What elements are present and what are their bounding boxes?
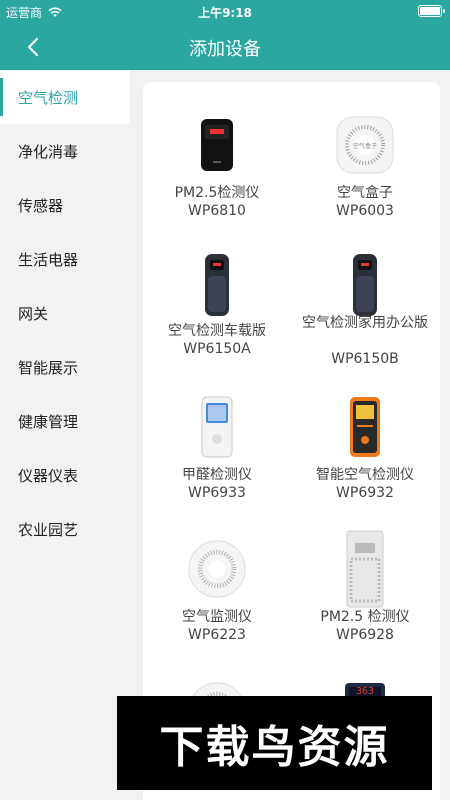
device-image: [187, 102, 247, 188]
product-model: WP6150B: [331, 351, 399, 367]
sidebar-item-label: 健康管理: [18, 412, 79, 431]
sidebar-item-appliances[interactable]: 生活电器: [0, 232, 130, 286]
sidebar-item-purification[interactable]: 净化消毒: [0, 124, 130, 178]
battery-icon: [418, 5, 445, 17]
device-image: [187, 242, 247, 328]
sidebar-item-instruments[interactable]: 仪器仪表: [0, 448, 130, 502]
formaldehyde-meter-icon: [201, 396, 233, 458]
sidebar-item-label: 农业园艺: [18, 520, 79, 539]
product-model: WP6223: [188, 627, 246, 643]
product-model: WP6932: [336, 485, 394, 501]
sidebar-item-air-detection[interactable]: 空气检测: [0, 70, 130, 124]
status-bar: 运营商 上午9:18: [0, 0, 450, 24]
sidebar-item-label: 传感器: [18, 196, 64, 215]
sidebar-item-gateway[interactable]: 网关: [0, 286, 130, 340]
sidebar-item-health[interactable]: 健康管理: [0, 394, 130, 448]
disc-monitor-icon: [188, 540, 246, 598]
sidebar-item-label: 智能展示: [18, 358, 79, 377]
product-card[interactable]: 空气检测家用办公版 WP6150B: [291, 242, 439, 372]
device-image: [187, 526, 247, 612]
product-name: 空气盒子: [337, 185, 393, 201]
product-card[interactable]: PM2.5检测仪 WP6810: [143, 102, 291, 222]
product-card[interactable]: 空气检测车载版 WP6150A: [143, 242, 291, 372]
product-name: 甲醛检测仪: [182, 467, 252, 483]
panel-monitor-icon: [346, 530, 384, 608]
product-name: PM2.5 检测仪: [320, 609, 410, 625]
home-detector-icon: [353, 254, 377, 316]
product-name: 空气检测家用办公版: [302, 315, 428, 331]
device-image: [335, 526, 395, 612]
product-grid: PM2.5检测仪 WP6810 空气盒子 空气盒子 WP6003 空气检测车载版…: [143, 82, 440, 800]
sidebar-item-label: 空气检测: [18, 88, 79, 107]
sidebar-item-label: 生活电器: [18, 250, 79, 269]
status-time: 上午9:18: [198, 6, 252, 20]
device-image: [187, 384, 247, 470]
device-image: 空气盒子: [335, 102, 395, 188]
sidebar-item-label: 网关: [18, 304, 49, 323]
product-name: PM2.5检测仪: [174, 185, 260, 201]
product-model: WP6928: [336, 627, 394, 643]
product-card[interactable]: 空气监测仪 WP6223: [143, 526, 291, 646]
sidebar-item-sensors[interactable]: 传感器: [0, 178, 130, 232]
product-card[interactable]: 空气盒子 空气盒子 WP6003: [291, 102, 439, 222]
product-card[interactable]: 甲醛检测仪 WP6933: [143, 384, 291, 504]
sidebar-item-smart-display[interactable]: 智能展示: [0, 340, 130, 394]
page-title: 添加设备: [189, 39, 261, 60]
pm25-monitor-icon: [201, 119, 233, 171]
product-model: WP6003: [336, 203, 394, 219]
watermark-text: 下载鸟资源: [159, 722, 390, 773]
device-image: [335, 384, 395, 470]
air-meter-icon: [350, 397, 380, 457]
watermark-banner: 下载鸟资源: [117, 696, 432, 790]
nav-bar: 添加设备: [0, 24, 450, 70]
device-label: 空气盒子: [352, 143, 377, 150]
sidebar-item-label: 仪器仪表: [18, 466, 79, 485]
category-sidebar: 空气检测 净化消毒 传感器 生活电器 网关 智能展示 健康管理 仪器仪表 农业园…: [0, 70, 130, 800]
product-name: 空气检测车载版: [168, 323, 266, 339]
car-detector-icon: [205, 254, 229, 316]
sidebar-item-agriculture[interactable]: 农业园艺: [0, 502, 130, 556]
sidebar-item-label: 净化消毒: [18, 142, 79, 161]
product-name: 智能空气检测仪: [316, 467, 414, 483]
product-model: WP6150A: [183, 341, 251, 357]
product-card[interactable]: PM2.5 检测仪 WP6928: [291, 526, 439, 646]
product-card[interactable]: 智能空气检测仪 WP6932: [291, 384, 439, 504]
product-name: 空气监测仪: [182, 609, 252, 625]
product-model: WP6933: [188, 485, 246, 501]
product-model: WP6810: [188, 203, 246, 219]
